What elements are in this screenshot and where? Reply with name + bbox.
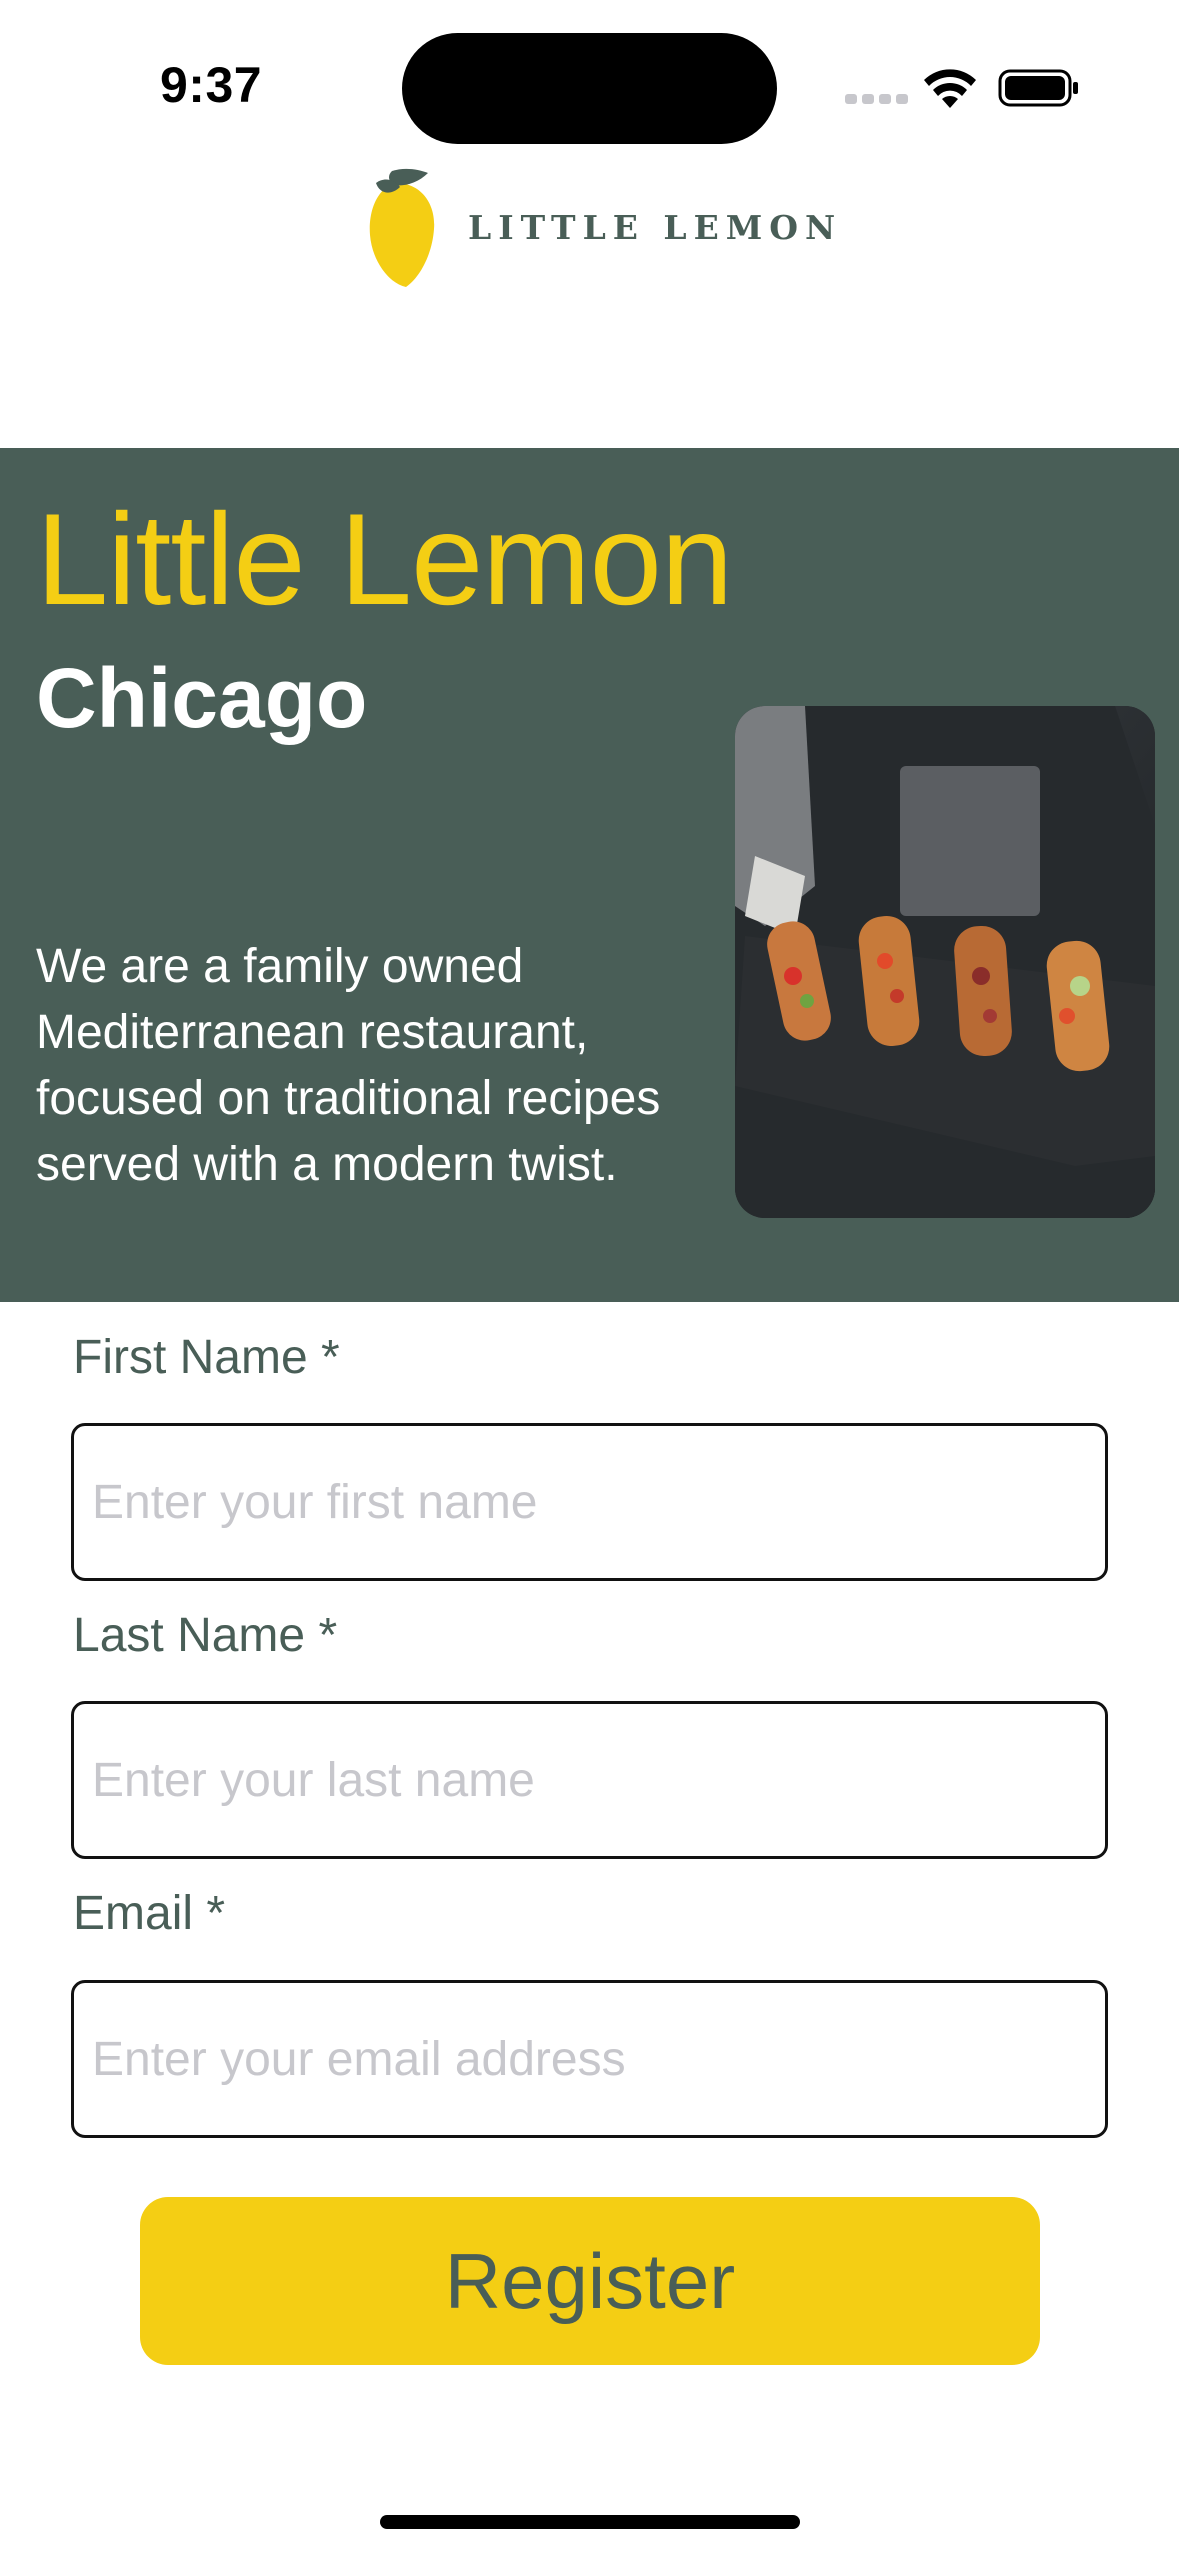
hero-description: We are a family owned Mediterranean rest…	[36, 940, 661, 1191]
first-name-input[interactable]	[71, 1423, 1108, 1581]
hero-food-image	[735, 706, 1155, 1218]
home-indicator[interactable]	[380, 2515, 800, 2529]
last-name-input[interactable]	[71, 1701, 1108, 1859]
brand-name: LITTLE LEMON	[468, 208, 843, 247]
food-photo	[735, 706, 1155, 1218]
hero-section: Little Lemon Chicago We are a family own…	[0, 448, 1179, 1302]
status-bar: 9:37	[0, 0, 1179, 150]
email-label: Email *	[73, 1887, 226, 1940]
cellular-signal-icon	[845, 94, 908, 104]
register-button[interactable]: Register	[140, 2197, 1040, 2365]
battery-icon	[998, 69, 1078, 107]
app-logo: LITTLE LEMON	[366, 165, 842, 290]
status-time: 9:37	[160, 57, 263, 113]
wifi-icon	[924, 69, 976, 108]
dynamic-island	[402, 33, 777, 144]
lemon-icon	[369, 168, 435, 287]
hero-city: Chicago	[36, 651, 368, 745]
email-input[interactable]	[71, 1980, 1108, 2138]
last-name-label: Last Name *	[73, 1609, 338, 1662]
first-name-label: First Name *	[73, 1331, 340, 1384]
hero-title: Little Lemon	[36, 486, 733, 632]
